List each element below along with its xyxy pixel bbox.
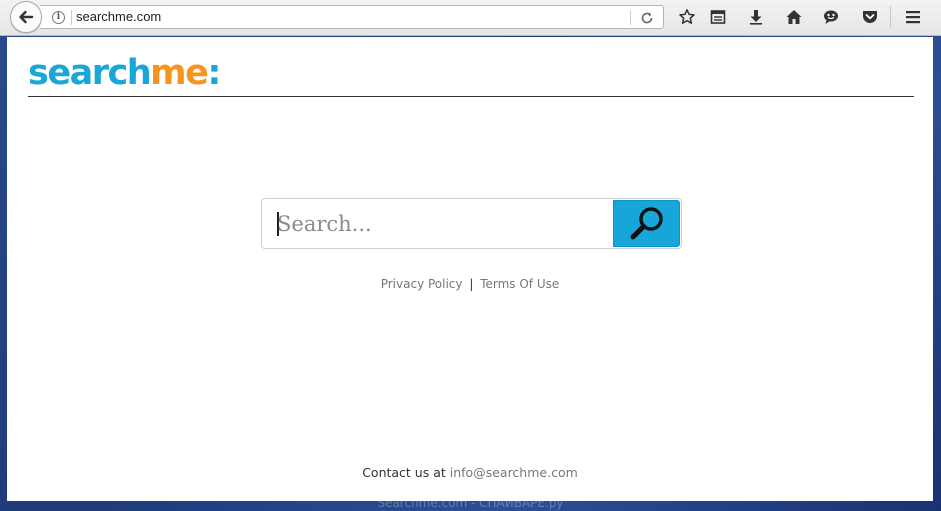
contact-email-link[interactable]: info@searchme.com xyxy=(450,465,578,480)
url-separator xyxy=(71,10,72,25)
menu-button[interactable] xyxy=(902,6,924,28)
chat-icon xyxy=(824,10,838,24)
search-icon xyxy=(630,206,663,239)
contact-prefix: Contact us at xyxy=(362,465,446,480)
page-content: searchme: Privacy Policy | Terms Of Use … xyxy=(7,37,933,501)
search-input[interactable] xyxy=(263,200,609,247)
reload-button[interactable] xyxy=(638,9,656,26)
address-bar[interactable]: i searchme.com xyxy=(40,5,664,29)
link-separator: | xyxy=(469,277,474,291)
search-button[interactable] xyxy=(613,200,680,247)
toolbar-separator xyxy=(890,6,891,28)
text-caret xyxy=(277,212,279,236)
logo-text-colon: : xyxy=(207,53,221,93)
watermark-text: Searchme.com - СПАЙВАРЕ.ру xyxy=(377,496,564,510)
logo-text-search: search xyxy=(28,53,152,93)
home-icon xyxy=(786,10,802,24)
footer-links: Privacy Policy | Terms Of Use xyxy=(7,277,933,291)
reading-list-icon xyxy=(710,10,726,24)
star-icon xyxy=(679,9,695,24)
home-button[interactable] xyxy=(783,6,805,28)
searchme-logo[interactable]: searchme: xyxy=(28,51,221,95)
reload-separator xyxy=(630,10,631,25)
browser-toolbar: i searchme.com xyxy=(0,0,941,36)
privacy-policy-link[interactable]: Privacy Policy xyxy=(381,277,463,291)
pocket-button[interactable] xyxy=(859,6,881,28)
chat-button[interactable] xyxy=(820,6,842,28)
reload-icon xyxy=(641,12,653,23)
reading-list-button[interactable] xyxy=(707,6,729,28)
logo-text-me: me xyxy=(150,53,209,93)
downloads-button[interactable] xyxy=(745,6,767,28)
back-button[interactable] xyxy=(10,1,42,33)
bookmark-star-button[interactable] xyxy=(676,6,698,28)
header-divider xyxy=(28,96,914,97)
contact-line: Contact us at info@searchme.com xyxy=(7,465,933,480)
search-form xyxy=(261,198,682,249)
hamburger-menu-icon xyxy=(906,11,920,24)
info-icon[interactable]: i xyxy=(52,11,65,24)
pocket-icon xyxy=(863,11,877,23)
terms-of-use-link[interactable]: Terms Of Use xyxy=(480,277,559,291)
url-text[interactable]: searchme.com xyxy=(76,9,161,24)
download-icon xyxy=(750,10,762,25)
back-arrow-icon xyxy=(19,10,34,24)
